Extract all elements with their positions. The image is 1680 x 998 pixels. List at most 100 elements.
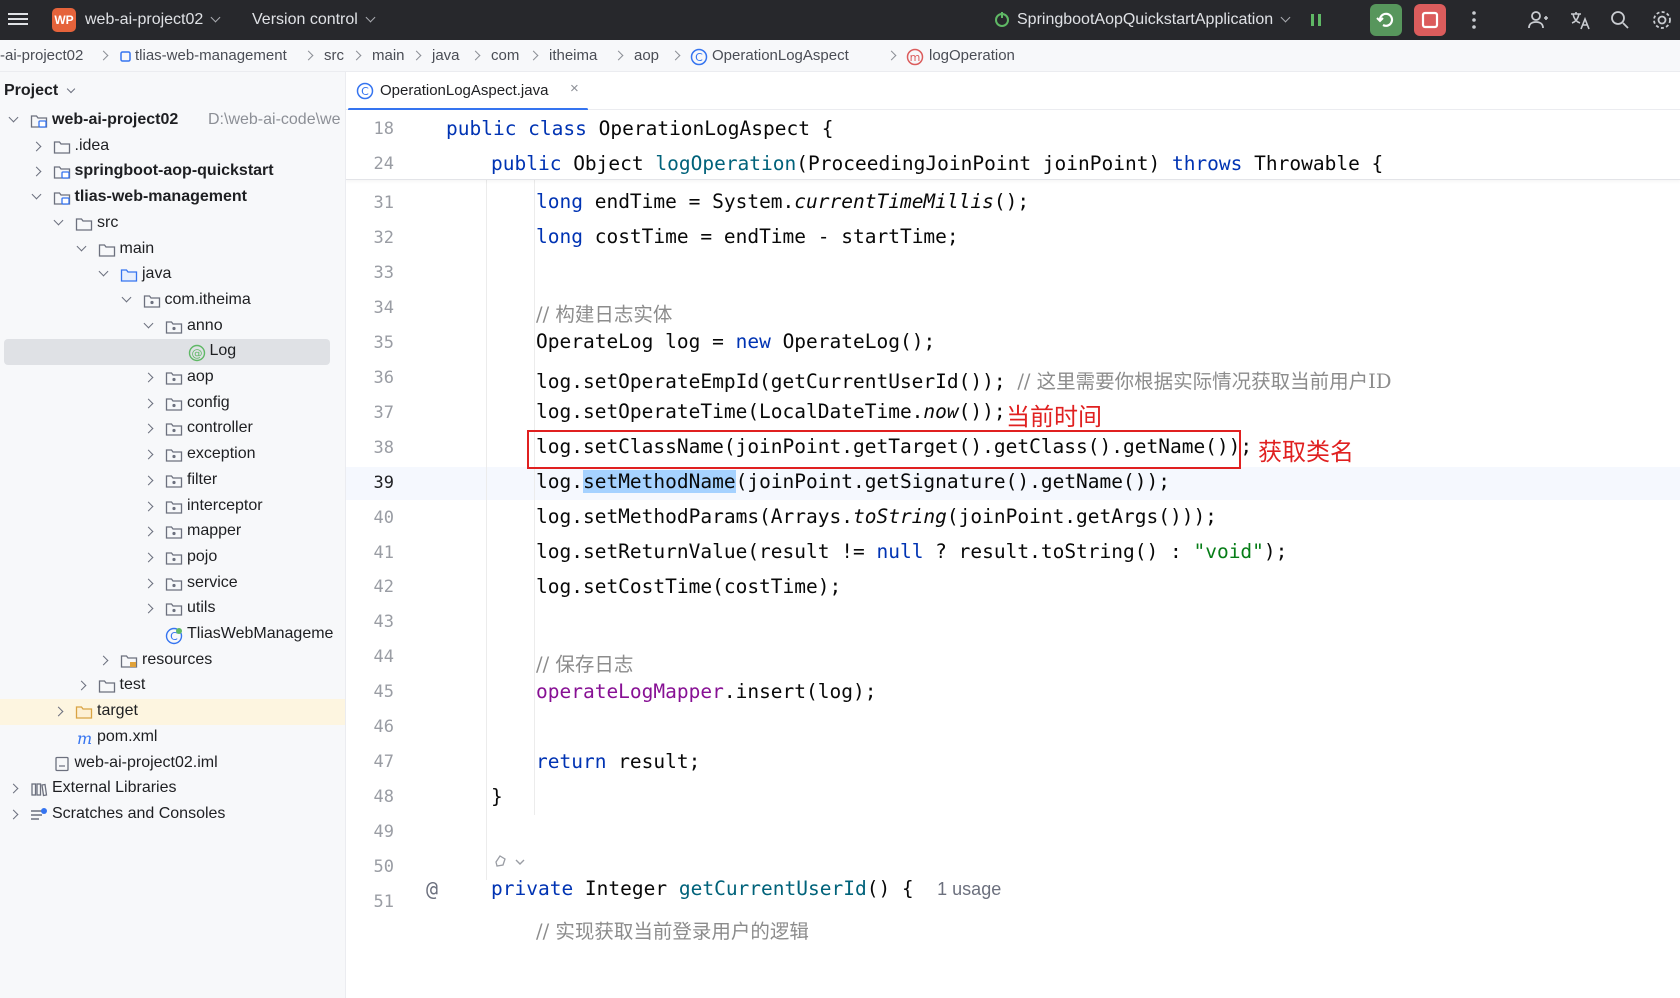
close-tab-icon[interactable]: ×	[570, 80, 579, 97]
tree-item-label: utils	[187, 599, 216, 617]
more-actions-icon[interactable]	[1462, 8, 1486, 32]
translate-icon[interactable]	[1568, 8, 1592, 32]
expand-arrow-icon[interactable]	[121, 292, 131, 303]
tree-item[interactable]: target	[0, 699, 345, 726]
expand-arrow-icon[interactable]	[76, 241, 86, 251]
collapse-arrow-icon[interactable]	[143, 475, 154, 486]
tree-item[interactable]: tlias-web-management	[0, 185, 345, 211]
implements-gutter-icon[interactable]: @	[426, 877, 438, 901]
tree-item-label: interceptor	[187, 496, 263, 514]
breadcrumb-item[interactable]: java	[432, 47, 460, 64]
breadcrumb-item[interactable]: main	[372, 47, 405, 64]
collapse-arrow-icon[interactable]	[143, 578, 154, 589]
breadcrumb-item[interactable]: OperationLogAspect	[712, 47, 849, 64]
tree-item[interactable]: interceptor	[0, 494, 345, 520]
chevron-right-icon	[470, 50, 481, 61]
line-number: 42	[373, 577, 394, 598]
tree-item[interactable]: Scratches and Consoles	[0, 802, 345, 828]
sticky-line-method[interactable]: public Object logOperation(ProceedingJoi…	[491, 152, 1383, 175]
tree-item[interactable]: mapper	[0, 519, 345, 545]
tree-item[interactable]: web-ai-project02 D:\web-ai-code\we	[0, 108, 345, 134]
tree-item[interactable]: aop	[0, 365, 345, 391]
breadcrumb-item[interactable]: aop	[634, 47, 659, 64]
breadcrumb-item[interactable]: src	[324, 47, 344, 64]
expand-arrow-icon[interactable]	[98, 266, 109, 277]
expand-arrow-icon[interactable]	[143, 318, 154, 329]
tree-item[interactable]: config	[0, 391, 345, 417]
collapse-arrow-icon[interactable]	[8, 809, 19, 820]
tree-item-label: web-ai-project02.iml	[74, 753, 218, 771]
tab-operationlogaspect[interactable]: C OperationLogAspect.java ×	[348, 72, 588, 111]
tree-item[interactable]: C TliasWebManageme	[0, 622, 345, 648]
tree-item[interactable]: com.itheima	[0, 288, 345, 314]
sticky-line-class[interactable]: public class OperationLogAspect {	[446, 117, 833, 140]
tree-item[interactable]: src	[0, 211, 345, 237]
tree-item[interactable]: web-ai-project02.iml	[0, 751, 345, 777]
breadcrumb-item[interactable]: com	[491, 47, 519, 64]
tree-item-label: service	[187, 573, 238, 591]
collapse-arrow-icon[interactable]	[143, 372, 154, 383]
breadcrumb-item[interactable]: logOperation	[929, 47, 1015, 64]
collapse-arrow-icon[interactable]	[143, 398, 154, 409]
search-icon[interactable]	[1608, 8, 1632, 32]
run-configuration-selector[interactable]: SpringbootAopQuickstartApplication	[1017, 11, 1291, 29]
tree-item[interactable]: resources	[0, 648, 345, 674]
tree-item[interactable]: controller	[0, 416, 345, 442]
collapse-arrow-icon[interactable]	[143, 603, 154, 614]
class-icon: C	[690, 48, 708, 66]
tree-item[interactable]: test	[0, 673, 345, 699]
tree-item[interactable]: service	[0, 571, 345, 597]
version-control-label: Version control	[252, 11, 358, 28]
collapse-arrow-icon[interactable]	[98, 655, 109, 666]
module-icon	[30, 113, 48, 129]
collapse-arrow-icon[interactable]	[143, 526, 154, 537]
project-switcher[interactable]: web-ai-project02	[85, 11, 221, 29]
breadcrumb-item[interactable]: tlias-web-management	[135, 47, 287, 64]
tree-item[interactable]: pojo	[0, 545, 345, 571]
tree-item[interactable]: filter	[0, 468, 345, 494]
ai-hint-icon[interactable]	[492, 852, 532, 872]
expand-arrow-icon[interactable]	[8, 112, 19, 123]
project-badge[interactable]: WP	[52, 8, 76, 32]
tree-item[interactable]: java	[0, 262, 345, 288]
tree-item[interactable]: .idea	[0, 134, 345, 160]
collapse-arrow-icon[interactable]	[8, 783, 19, 794]
collapse-arrow-icon[interactable]	[31, 166, 41, 177]
collapse-arrow-icon[interactable]	[143, 423, 154, 434]
code-with-me-icon[interactable]	[1526, 8, 1550, 32]
version-control-menu[interactable]: Version control	[252, 11, 376, 29]
tree-item[interactable]: springboot-aop-quickstart	[0, 159, 345, 185]
tree-item[interactable]: utils	[0, 596, 345, 622]
pause-icon[interactable]	[1304, 8, 1328, 32]
tree-item[interactable]: anno	[0, 314, 345, 340]
rerun-button[interactable]	[1370, 4, 1402, 36]
code-editor[interactable]: 31 32 33 34 35 36 37 38 39 40 41 42 43 44 45 46 47 48 49 50…	[346, 110, 1680, 998]
collapse-arrow-icon[interactable]	[76, 680, 86, 691]
tree-item[interactable]: External Libraries	[0, 776, 345, 802]
stop-button[interactable]	[1414, 4, 1446, 36]
usage-hint[interactable]: 1 usage	[937, 879, 1001, 899]
annotation-current-time: 当前时间	[1006, 403, 1102, 431]
tree-item-label: test	[119, 676, 146, 694]
tree-item[interactable]: m pom.xml	[0, 725, 345, 751]
collapse-arrow-icon[interactable]	[143, 501, 154, 511]
tree-item[interactable]: exception	[0, 442, 345, 468]
project-view-selector[interactable]: Project	[4, 82, 76, 100]
expand-arrow-icon[interactable]	[31, 189, 41, 200]
main-menu-icon[interactable]	[8, 10, 28, 30]
tree-item[interactable]: main	[0, 237, 345, 263]
expand-arrow-icon[interactable]	[53, 215, 64, 226]
settings-gear-icon[interactable]	[1650, 8, 1674, 32]
package-icon	[143, 293, 161, 309]
selection-highlight	[4, 339, 330, 366]
collapse-arrow-icon[interactable]	[31, 141, 41, 152]
tree-item-label: Log	[209, 342, 237, 360]
line-number: 48	[373, 787, 394, 808]
collapse-arrow-icon[interactable]	[143, 449, 154, 460]
spring-boot-class-icon: C	[165, 627, 183, 645]
breadcrumb-item[interactable]: -ai-project02	[0, 47, 83, 64]
tree-item[interactable]: @ Log	[0, 339, 345, 366]
collapse-arrow-icon[interactable]	[53, 706, 64, 717]
collapse-arrow-icon[interactable]	[143, 552, 154, 563]
breadcrumb-item[interactable]: itheima	[549, 47, 597, 64]
